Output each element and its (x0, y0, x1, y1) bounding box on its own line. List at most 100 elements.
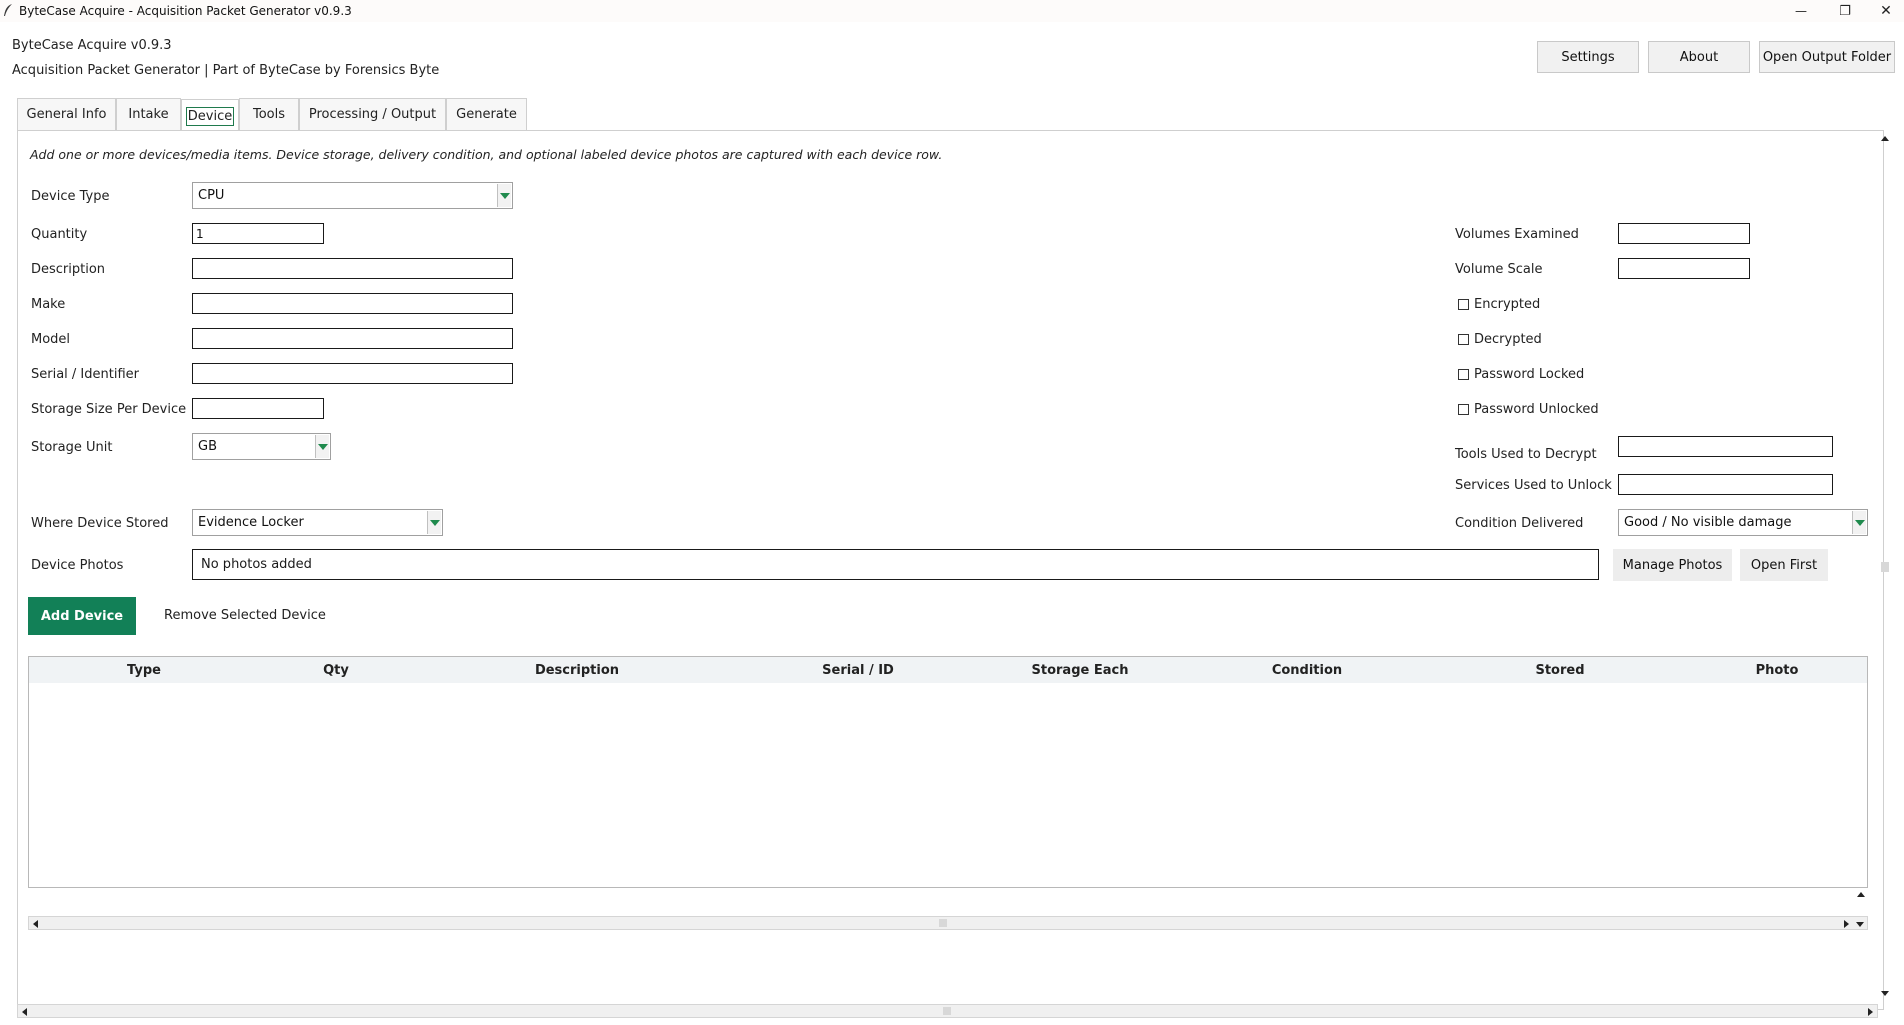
tab-intake[interactable]: Intake (116, 98, 181, 130)
password-locked-checkbox[interactable] (1458, 369, 1469, 380)
settings-button[interactable]: Settings (1537, 41, 1639, 73)
tab-general-info[interactable]: General Info (17, 98, 116, 130)
tools-decrypt-label: Tools Used to Decrypt (1455, 447, 1597, 462)
device-photos-label: Device Photos (31, 558, 124, 573)
minimize-icon: — (1795, 4, 1807, 18)
device-photos-field: No photos added (192, 549, 1599, 580)
storage-unit-value: GB (198, 439, 217, 454)
storage-size-field[interactable] (192, 398, 324, 419)
open-first-button[interactable]: Open First (1740, 549, 1828, 581)
condition-value: Good / No visible damage (1624, 515, 1792, 530)
window-title: ByteCase Acquire - Acquisition Packet Ge… (19, 4, 352, 18)
device-type-label: Device Type (31, 189, 110, 204)
tools-decrypt-field[interactable] (1618, 436, 1833, 457)
decrypted-checkbox-row[interactable]: Decrypted (1458, 332, 1542, 347)
column-header-stored[interactable]: Stored (1535, 663, 1584, 678)
scroll-left-icon[interactable] (20, 1007, 30, 1017)
title-bar: ByteCase Acquire - Acquisition Packet Ge… (0, 0, 1904, 22)
password-unlocked-checkbox-row[interactable]: Password Unlocked (1458, 402, 1599, 417)
description-label: Description (31, 262, 106, 277)
restore-button[interactable]: ❐ (1824, 0, 1866, 22)
scroll-right-icon[interactable] (1841, 919, 1851, 929)
chevron-down-icon[interactable] (497, 184, 511, 207)
table-header: Type Qty Description Serial / ID Storage… (29, 657, 1867, 683)
page-vertical-scrollbar[interactable] (1878, 130, 1892, 1010)
close-button[interactable]: ✕ (1868, 0, 1904, 22)
device-photos-value: No photos added (201, 557, 312, 572)
column-header-type[interactable]: Type (127, 663, 161, 678)
device-table: Type Qty Description Serial / ID Storage… (28, 656, 1868, 888)
volume-scale-field[interactable] (1618, 258, 1750, 279)
manage-photos-button[interactable]: Manage Photos (1613, 549, 1732, 581)
password-locked-label: Password Locked (1474, 367, 1585, 382)
chevron-down-icon[interactable] (1852, 511, 1866, 534)
app-subtitle: Acquisition Packet Generator | Part of B… (12, 63, 440, 78)
tab-tools[interactable]: Tools (239, 98, 299, 130)
volumes-examined-label: Volumes Examined (1455, 227, 1579, 242)
tab-generate[interactable]: Generate (446, 98, 527, 130)
chevron-down-icon[interactable] (315, 435, 329, 458)
add-device-button[interactable]: Add Device (28, 597, 136, 635)
remove-device-button[interactable]: Remove Selected Device (164, 608, 326, 623)
scroll-down-icon[interactable] (1855, 919, 1865, 929)
tab-device[interactable]: Device (181, 99, 239, 132)
page-scroll-thumb[interactable] (1881, 562, 1889, 572)
page-horizontal-scrollbar[interactable] (17, 1004, 1878, 1018)
decrypted-label: Decrypted (1474, 332, 1542, 347)
serial-field[interactable] (192, 363, 513, 384)
quantity-label: Quantity (31, 227, 88, 242)
volume-scale-label: Volume Scale (1455, 262, 1543, 277)
tab-device-label: Device (185, 106, 235, 126)
feather-app-icon (4, 4, 12, 16)
app-version: ByteCase Acquire v0.9.3 (12, 38, 172, 53)
make-label: Make (31, 297, 66, 312)
scroll-right-icon[interactable] (1865, 1007, 1875, 1017)
password-locked-checkbox-row[interactable]: Password Locked (1458, 367, 1584, 382)
column-header-description[interactable]: Description (535, 663, 619, 678)
model-label: Model (31, 332, 71, 347)
column-header-condition[interactable]: Condition (1272, 663, 1342, 678)
where-stored-select[interactable]: Evidence Locker (192, 509, 443, 536)
scroll-left-icon[interactable] (31, 919, 41, 929)
password-unlocked-label: Password Unlocked (1474, 402, 1599, 417)
tab-processing-output[interactable]: Processing / Output (299, 98, 446, 130)
column-header-serial[interactable]: Serial / ID (822, 663, 894, 678)
encrypted-checkbox-row[interactable]: Encrypted (1458, 297, 1540, 312)
column-header-qty[interactable]: Qty (323, 663, 349, 678)
open-output-folder-button[interactable]: Open Output Folder (1759, 41, 1895, 73)
services-unlock-label: Services Used to Unlock (1455, 478, 1612, 493)
quantity-field[interactable] (192, 223, 324, 244)
scroll-thumb[interactable] (939, 919, 947, 927)
close-icon: ✕ (1880, 3, 1892, 19)
device-type-select[interactable]: CPU (192, 182, 513, 209)
minimize-button[interactable]: — (1780, 0, 1822, 22)
description-field[interactable] (192, 258, 513, 279)
where-stored-label: Where Device Stored (31, 516, 169, 531)
make-field[interactable] (192, 293, 513, 314)
page-hscroll-thumb[interactable] (943, 1007, 951, 1015)
storage-unit-label: Storage Unit (31, 440, 113, 455)
chevron-down-icon[interactable] (427, 511, 441, 534)
decrypted-checkbox[interactable] (1458, 334, 1469, 345)
encrypted-label: Encrypted (1474, 297, 1541, 312)
storage-size-label: Storage Size Per Device (31, 402, 187, 417)
serial-label: Serial / Identifier (31, 367, 139, 382)
device-type-value: CPU (198, 188, 225, 203)
scroll-down-icon[interactable] (1880, 988, 1890, 998)
services-unlock-field[interactable] (1618, 474, 1833, 495)
table-horizontal-scrollbar[interactable] (28, 916, 1868, 930)
column-header-photo[interactable]: Photo (1756, 663, 1799, 678)
encrypted-checkbox[interactable] (1458, 299, 1469, 310)
about-button[interactable]: About (1648, 41, 1750, 73)
condition-select[interactable]: Good / No visible damage (1618, 509, 1868, 536)
model-field[interactable] (192, 328, 513, 349)
password-unlocked-checkbox[interactable] (1458, 404, 1469, 415)
volumes-examined-field[interactable] (1618, 223, 1750, 244)
scroll-up-icon[interactable] (1880, 133, 1890, 143)
storage-unit-select[interactable]: GB (192, 433, 331, 460)
device-intro-text: Add one or more devices/media items. Dev… (30, 147, 943, 162)
restore-icon: ❐ (1839, 3, 1851, 19)
where-stored-value: Evidence Locker (198, 515, 304, 530)
column-header-storage-each[interactable]: Storage Each (1032, 663, 1129, 678)
condition-label: Condition Delivered (1455, 516, 1584, 531)
